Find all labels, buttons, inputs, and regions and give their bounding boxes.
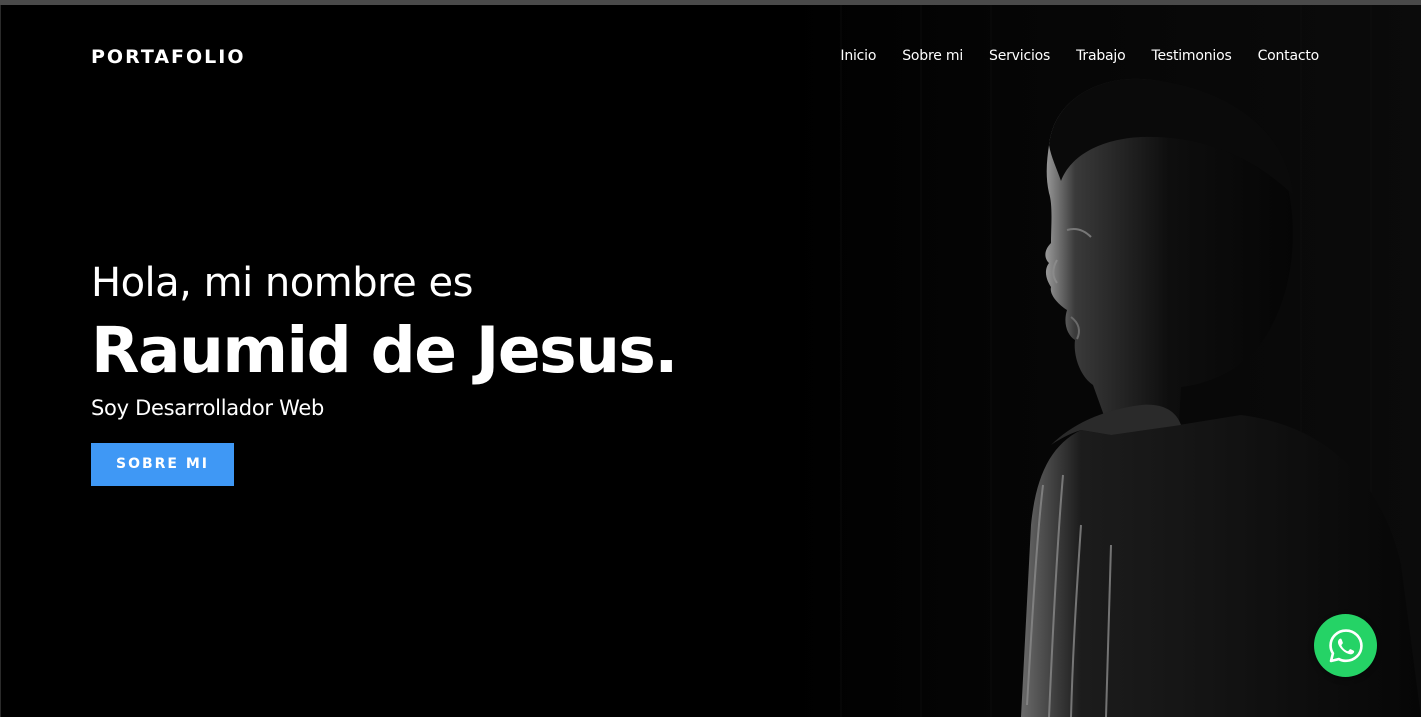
hero-portrait-image — [781, 5, 1421, 717]
sobre-mi-button[interactable]: SOBRE MI — [91, 443, 234, 486]
nav-link-sobre-mi[interactable]: Sobre mi — [902, 48, 963, 64]
hero-role: Soy Desarrollador Web — [91, 396, 324, 420]
window-edge — [0, 5, 1, 717]
nav-link-servicios[interactable]: Servicios — [989, 48, 1050, 64]
whatsapp-icon — [1328, 628, 1363, 662]
nav-link-contacto[interactable]: Contacto — [1258, 48, 1320, 64]
site-logo[interactable]: PORTAFOLIO — [91, 46, 246, 68]
hero-greeting: Hola, mi nombre es — [91, 260, 473, 306]
page: PORTAFOLIO Inicio Sobre mi Servicios Tra… — [0, 0, 1421, 717]
site-header: PORTAFOLIO Inicio Sobre mi Servicios Tra… — [0, 5, 1421, 105]
nav-link-testimonios[interactable]: Testimonios — [1151, 48, 1231, 64]
nav-link-inicio[interactable]: Inicio — [840, 48, 876, 64]
hero-name: Raumid de Jesus. — [91, 314, 678, 387]
main-nav: Inicio Sobre mi Servicios Trabajo Testim… — [840, 48, 1319, 64]
hero-section: Hola, mi nombre es Raumid de Jesus. Soy … — [91, 255, 791, 486]
nav-link-trabajo[interactable]: Trabajo — [1076, 48, 1126, 64]
whatsapp-button[interactable] — [1314, 614, 1377, 677]
